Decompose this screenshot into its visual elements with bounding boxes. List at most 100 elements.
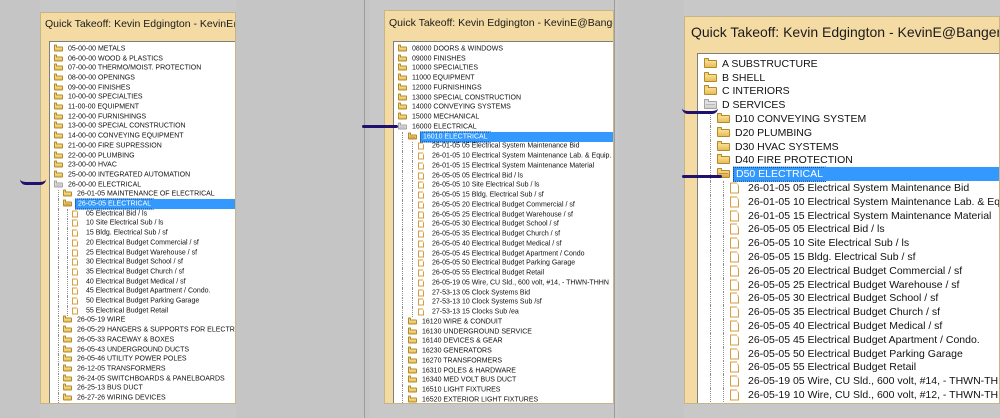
tree-folder[interactable]: 16270 TRANSFORMERS [394, 356, 613, 366]
tree-folder[interactable]: 12-00-00 FURNISHINGS [50, 112, 235, 122]
tree-item[interactable]: 26-05-05 40 Electrical Budget Medical / … [394, 239, 613, 249]
tree-item[interactable]: 55 Electrical Budget Retail [50, 305, 235, 316]
tree-folder[interactable]: 16310 POLES & HARDWARE [394, 365, 613, 376]
tree-folder[interactable]: 26-05-46 UTILITY POWER POLES [50, 354, 235, 365]
tree-item[interactable]: 26-05-19 10 Wire, CU Sld., 600 volt, #12… [698, 388, 999, 402]
tree-item[interactable]: 27-53-13 15 Clocks Sub /ea [394, 307, 613, 317]
tree-item[interactable]: 26-05-05 50 Electrical Budget Parking Ga… [394, 258, 613, 269]
takeoff-tree[interactable]: 08000 DOORS & WINDOWS 09000 FINISHES 10000… [393, 41, 613, 403]
tree-item[interactable]: 30 Electrical Budget School / sf [50, 257, 235, 268]
tree-item[interactable]: 26-05-19 05 Wire, CU Sld., 600 volt, #14… [394, 278, 613, 288]
takeoff-tree[interactable]: 05-00-00 METALS 06-00-00 WOOD & PLASTICS 0… [49, 41, 235, 403]
tree-folder[interactable]: 07-00-00 THERMO/MOIST. PROTECTION [50, 63, 235, 73]
takeoff-tree[interactable]: A SUBSTRUCTURE B SHELL C INTERIORS D SERVIC… [697, 53, 999, 403]
tree-folder[interactable]: 22-00-00 PLUMBING [50, 151, 235, 161]
tree-item[interactable]: 26-05-05 55 Electrical Budget Retail [698, 360, 999, 375]
tree-folder[interactable]: D40 FIRE PROTECTION [698, 153, 999, 168]
tree-item[interactable]: 26-01-05 10 Electrical System Maintenanc… [394, 151, 613, 161]
tree-folder[interactable]: D30 HVAC SYSTEMS [698, 139, 999, 154]
tree-folder[interactable]: 10-00-00 SPECIALTIES [50, 92, 235, 103]
tree-item[interactable]: 26-05-19 05 Wire, CU Sld., 600 volt, #14… [698, 374, 999, 389]
tree-folder[interactable]: C INTERIORS [698, 85, 999, 99]
tree-folder[interactable]: 06-00-00 WOOD & PLASTICS [50, 54, 235, 64]
tree-item[interactable]: 26-05-05 10 Site Electrical Sub / ls [394, 180, 613, 191]
tree-item[interactable]: 26-05-05 15 Bldg. Electrical Sub / sf [394, 190, 613, 200]
tree-folder[interactable]: 26-24-05 SWITCHBOARDS & PANELBOARDS [50, 373, 235, 384]
tree-item[interactable]: 26-05-05 20 Electrical Budget Commercial… [394, 200, 613, 210]
tree-item[interactable]: 26-05-05 35 Electrical Budget Church / s… [394, 229, 613, 239]
tree-item[interactable]: 27-53-13 05 Clock Systems Bid [394, 287, 613, 298]
tree-item[interactable]: 40 Electrical Budget Medical / sf [50, 276, 235, 287]
tree-folder[interactable]: 26-12-05 TRANSFORMERS [50, 364, 235, 374]
tree-folder[interactable]: 21-00-00 FIRE SUPRESSION [50, 141, 235, 151]
tree-folder[interactable]: D20 PLUMBING [698, 126, 999, 140]
tree-folder[interactable]: 26-00-00 ELECTRICAL [50, 180, 235, 190]
tree-folder[interactable]: 26-25-13 BUS DUCT [50, 383, 235, 394]
tree-folder[interactable]: 09-00-00 FINISHES [50, 83, 235, 93]
tree-folder[interactable]: 16140 DEVICES & GEAR [394, 336, 613, 347]
tree-item[interactable]: 50 Electrical Budget Parking Garage [50, 296, 235, 306]
tree-folder[interactable]: 16520 EXTERIOR LIGHT FIXTURES [394, 395, 613, 403]
tree-item[interactable]: 26-01-05 15 Electrical System Maintenanc… [698, 208, 999, 223]
tree-folder[interactable]: 25-00-00 INTEGRATED AUTOMATION [50, 170, 235, 180]
tree-folder[interactable]: 09000 FINISHES [394, 54, 613, 64]
tree-item[interactable]: 26-05-05 05 Electrical Bid / ls [394, 170, 613, 181]
tree-folder[interactable]: 16130 UNDERGROUND SERVICE [394, 326, 613, 337]
tree-item[interactable]: 27-53-13 10 Clock Systems Sub /sf [394, 297, 613, 308]
tree-item[interactable]: 26-05-05 45 Electrical Budget Apartment … [394, 248, 613, 259]
tree-folder[interactable]: 26-05-33 RACEWAY & BOXES [50, 335, 235, 345]
tree-folder[interactable]: B SHELL [698, 71, 999, 85]
tree-folder[interactable]: 13000 SPECIAL CONSTRUCTION [394, 93, 613, 103]
tree-folder[interactable]: 23-00-00 HVAC [50, 160, 235, 170]
tree-item[interactable]: 10 Site Electrical Sub / ls [50, 218, 235, 229]
tree-item[interactable]: 26-01-05 05 Electrical System Maintenanc… [698, 181, 999, 195]
tree-folder[interactable]: 26-05-43 UNDERGROUND DUCTS [50, 344, 235, 355]
tree-folder[interactable]: 16010 ELECTRICAL [394, 131, 613, 143]
tree-item[interactable]: 26-01-05 05 Electrical System Maintenanc… [394, 141, 613, 152]
tree-item[interactable]: 26-05-05 45 Electrical Budget Apartment … [698, 333, 999, 347]
tree-folder[interactable]: 11000 EQUIPMENT [394, 73, 613, 83]
tree-folder[interactable]: 26-05-05 ELECTRICAL [50, 198, 235, 210]
tree-item[interactable]: 26-05-05 30 Electrical Budget School / s… [698, 291, 999, 306]
tree-folder[interactable]: D50 ELECTRICAL [698, 167, 999, 182]
tree-folder[interactable]: 13-00-00 SPECIAL CONSTRUCTION [50, 121, 235, 132]
tree-item[interactable]: 05 Electrical Bid / ls [50, 208, 235, 219]
tree-folder[interactable]: 15000 MECHANICAL [394, 112, 613, 122]
tree-item[interactable]: 26-05-05 25 Electrical Budget Warehouse … [394, 209, 613, 220]
tree-folder[interactable]: 08000 DOORS & WINDOWS [394, 44, 613, 54]
tree-item[interactable]: 26-05-05 40 Electrical Budget Medical / … [698, 319, 999, 333]
tree-item[interactable]: 26-05-05 30 Electrical Budget School / s… [394, 219, 613, 230]
tree-folder[interactable]: 10000 SPECIALTIES [394, 63, 613, 74]
tree-item[interactable]: 26-05-05 25 Electrical Budget Warehouse … [698, 277, 999, 292]
tree-folder[interactable]: 11-00-00 EQUIPMENT [50, 102, 235, 112]
tree-folder[interactable]: 26-27-26 WIRING DEVICES [50, 393, 235, 403]
tree-item[interactable]: 45 Electrical Budget Apartment / Condo. [50, 286, 235, 297]
tree-item[interactable]: 15 Bldg. Electrical Sub / sf [50, 228, 235, 238]
tree-folder[interactable]: 16230 GENERATORS [394, 346, 613, 356]
tree-folder[interactable]: 26-05-19 WIRE [50, 315, 235, 326]
tree-item[interactable]: 26-05-05 05 Electrical Bid / ls [698, 222, 999, 237]
tree-item[interactable]: 20 Electrical Budget Commercial / sf [50, 238, 235, 248]
tree-folder[interactable]: 16120 WIRE & CONDUIT [394, 317, 613, 327]
tree-folder[interactable]: D10 CONVEYING SYSTEM [698, 112, 999, 126]
tree-folder[interactable]: 08-00-00 OPENINGS [50, 73, 235, 83]
tree-folder[interactable]: 26-05-29 HANGERS & SUPPORTS FOR ELECTRIC… [50, 325, 235, 335]
tree-item[interactable]: 35 Electrical Budget Church / sf [50, 267, 235, 277]
tree-folder[interactable]: D SERVICES [698, 98, 999, 112]
tree-folder[interactable]: 16510 LIGHT FIXTURES [394, 385, 613, 395]
tree-folder[interactable]: 14-00-00 CONVEYING EQUIPMENT [50, 131, 235, 141]
tree-item[interactable]: 26-05-05 10 Site Electrical Sub / ls [698, 236, 999, 251]
tree-item[interactable]: 26-05-05 55 Electrical Budget Retail [394, 268, 613, 278]
tree-item[interactable]: 26-05-05 50 Electrical Budget Parking Ga… [698, 346, 999, 361]
tree-item[interactable]: 26-05-05 15 Bldg. Electrical Sub / sf [698, 250, 999, 264]
tree-folder[interactable]: A SUBSTRUCTURE [698, 57, 999, 71]
tree-item[interactable]: 26-01-05 10 Electrical System Maintenanc… [698, 195, 999, 209]
tree-item[interactable]: 26-05-05 35 Electrical Budget Church / s… [698, 305, 999, 320]
tree-folder[interactable]: 16340 MED VOLT BUS DUCT [394, 375, 613, 386]
tree-item[interactable]: 26-05-05 20 Electrical Budget Commercial… [698, 264, 999, 278]
tree-item[interactable]: 26-01-05 15 Electrical System Maintenanc… [394, 161, 613, 171]
tree-folder[interactable]: 12000 FURNISHINGS [394, 83, 613, 93]
tree-item[interactable]: 25 Electrical Budget Warehouse / sf [50, 247, 235, 258]
tree-folder[interactable]: 14000 CONVEYING SYSTEMS [394, 102, 613, 113]
tree-folder[interactable]: 05-00-00 METALS [50, 44, 235, 54]
